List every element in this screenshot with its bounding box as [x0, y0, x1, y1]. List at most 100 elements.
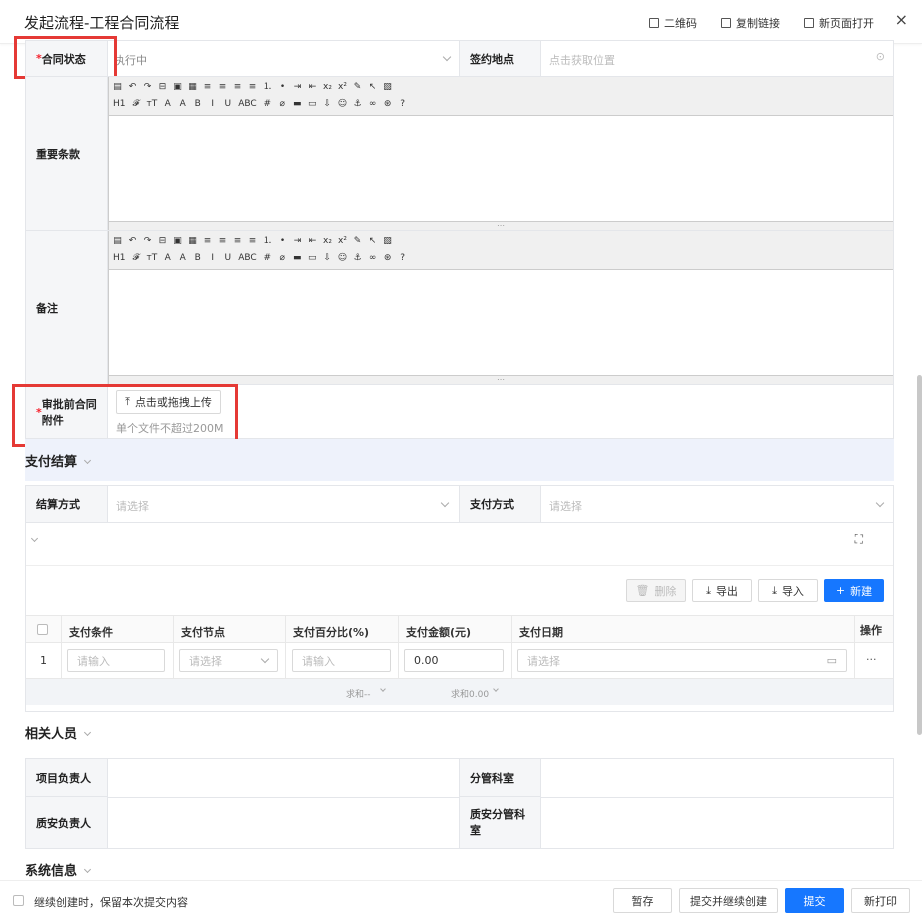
editor-tool-icon[interactable]: ▭: [308, 100, 317, 109]
submit-continue-button[interactable]: 提交并继续创建: [679, 888, 778, 913]
editor-tool-icon[interactable]: •: [278, 83, 287, 92]
editor-tool-icon[interactable]: ✎: [353, 83, 362, 92]
editor-tool-icon[interactable]: ▣: [173, 237, 182, 246]
editor-resize-handle[interactable]: ⋯: [109, 375, 893, 384]
print-button[interactable]: 新打印: [851, 888, 910, 913]
key-terms-editor[interactable]: ▤ ↶ ↷ ⊟ ▣ ▦ ≡ ≡ ≡ ≡ ⒈ • ⇥ ⇤ x₂ x² ✎ ↖ ▧ H1 𝓕тT A A B I U ABC # ⌀ ▬ ▭ ⇩…: [108, 77, 893, 230]
editor-resize-handle[interactable]: ⋯: [109, 221, 893, 230]
editor-tool-icon[interactable]: ↖: [368, 237, 377, 246]
chevron-down-icon[interactable]: [30, 534, 39, 543]
editor-tool-icon[interactable]: ▬: [293, 100, 302, 109]
editor-tool-icon[interactable]: ☺: [338, 100, 347, 109]
people-section-title[interactable]: 相关人员: [25, 723, 92, 742]
editor-tool-icon[interactable]: ↶: [128, 83, 137, 92]
fullscreen-icon[interactable]: ⛶: [855, 532, 863, 547]
editor-tool-icon[interactable]: ⊟: [158, 237, 167, 246]
editor-tool-icon[interactable]: ∞: [368, 254, 377, 263]
sign-place-input[interactable]: 点击获取位置: [549, 52, 615, 68]
editor-tool-icon[interactable]: ⊟: [158, 83, 167, 92]
more-icon[interactable]: ···: [866, 653, 877, 666]
chevron-down-icon[interactable]: [380, 686, 386, 692]
percent-input[interactable]: 请输入: [292, 649, 391, 672]
editor-tool-icon[interactable]: ⌀: [278, 100, 287, 109]
keep-content-checkbox[interactable]: [13, 895, 24, 906]
editor-tool-icon[interactable]: ?: [398, 100, 407, 109]
editor-tool-icon[interactable]: 𝓕: [132, 254, 141, 263]
editor-tool-icon[interactable]: #: [263, 254, 272, 263]
payment-section-title[interactable]: 支付结算: [25, 451, 92, 470]
system-section-title[interactable]: 系统信息: [25, 860, 92, 879]
editor-tool-icon[interactable]: ⒈: [263, 83, 272, 92]
editor-tool-icon[interactable]: I: [208, 100, 217, 109]
save-draft-button[interactable]: 暂存: [613, 888, 672, 913]
editor-tool-icon[interactable]: ⊛: [383, 100, 392, 109]
chevron-down-icon[interactable]: [493, 686, 499, 692]
editor-tool-icon[interactable]: ≡: [218, 237, 227, 246]
editor-tool-icon[interactable]: ▭: [308, 254, 317, 263]
editor-tool-icon[interactable]: x₂: [323, 237, 332, 246]
method-select[interactable]: 请选择: [116, 498, 149, 514]
editor-tool-icon[interactable]: ↷: [143, 83, 152, 92]
editor-tool-icon[interactable]: #: [263, 100, 272, 109]
open-new-page-button[interactable]: 新页面打开: [804, 15, 874, 31]
editor-tool-icon[interactable]: A: [163, 100, 172, 109]
editor-tool-icon[interactable]: H1: [113, 254, 126, 263]
editor-tool-icon[interactable]: ABC: [238, 254, 256, 263]
editor-tool-icon[interactable]: ▬: [293, 254, 302, 263]
editor-tool-icon[interactable]: •: [278, 237, 287, 246]
editor-tool-icon[interactable]: ∞: [368, 100, 377, 109]
editor-tool-icon[interactable]: B: [193, 100, 202, 109]
editor-tool-icon[interactable]: ↷: [143, 237, 152, 246]
editor-tool-icon[interactable]: ≡: [248, 83, 257, 92]
editor-tool-icon[interactable]: 𝓕: [132, 100, 141, 109]
editor-tool-icon[interactable]: ↶: [128, 237, 137, 246]
editor-tool-icon[interactable]: ⇥: [293, 83, 302, 92]
amount-input[interactable]: 0.00: [404, 649, 504, 672]
editor-tool-icon[interactable]: U: [223, 100, 232, 109]
editor-tool-icon[interactable]: A: [178, 254, 187, 263]
editor-tool-icon[interactable]: ▧: [383, 237, 392, 246]
editor-tool-icon[interactable]: H1: [113, 100, 126, 109]
editor-tool-icon[interactable]: тT: [147, 254, 158, 263]
editor-tool-icon[interactable]: ▤: [113, 237, 122, 246]
editor-tool-icon[interactable]: ≡: [203, 83, 212, 92]
contract-status-select[interactable]: 执行中: [114, 52, 147, 68]
qrcode-button[interactable]: 二维码: [649, 15, 697, 31]
editor-tool-icon[interactable]: ≡: [248, 237, 257, 246]
import-button[interactable]: ⤓ 导入: [758, 579, 818, 602]
editor-tool-icon[interactable]: I: [208, 254, 217, 263]
editor-tool-icon[interactable]: ⚓: [353, 254, 362, 263]
pay-select[interactable]: 请选择: [549, 498, 582, 514]
remarks-editor[interactable]: ▤ ↶ ↷ ⊟ ▣ ▦ ≡ ≡ ≡ ≡ ⒈ • ⇥ ⇤ x₂ x² ✎ ↖ ▧ H1 𝓕тT A A B I U ABC # ⌀ ▬ ▭ ⇩…: [108, 231, 893, 384]
editor-tool-icon[interactable]: U: [223, 254, 232, 263]
editor-tool-icon[interactable]: ≡: [233, 83, 242, 92]
editor-tool-icon[interactable]: x₂: [323, 83, 332, 92]
node-select[interactable]: 请选择: [179, 649, 278, 672]
editor-tool-icon[interactable]: ⚓: [353, 100, 362, 109]
select-all-checkbox[interactable]: [37, 624, 48, 635]
editor-tool-icon[interactable]: ✎: [353, 237, 362, 246]
editor-tool-icon[interactable]: ⇤: [308, 83, 317, 92]
editor-tool-icon[interactable]: ▦: [188, 83, 197, 92]
submit-button[interactable]: 提交: [785, 888, 844, 913]
editor-tool-icon[interactable]: A: [178, 100, 187, 109]
delete-button[interactable]: 🗑 删除: [626, 579, 686, 602]
editor-tool-icon[interactable]: ▧: [383, 83, 392, 92]
editor-tool-icon[interactable]: ▣: [173, 83, 182, 92]
scrollbar[interactable]: [917, 375, 922, 735]
editor-tool-icon[interactable]: ▤: [113, 83, 122, 92]
editor-tool-icon[interactable]: ≡: [203, 237, 212, 246]
editor-tool-icon[interactable]: B: [193, 254, 202, 263]
export-button[interactable]: ⤓ 导出: [692, 579, 752, 602]
editor-tool-icon[interactable]: A: [163, 254, 172, 263]
editor-tool-icon[interactable]: ⊛: [383, 254, 392, 263]
editor-tool-icon[interactable]: ≡: [218, 83, 227, 92]
editor-tool-icon[interactable]: x²: [338, 237, 347, 246]
editor-tool-icon[interactable]: тT: [147, 100, 158, 109]
editor-tool-icon[interactable]: ⇩: [323, 254, 332, 263]
editor-tool-icon[interactable]: ⌀: [278, 254, 287, 263]
editor-tool-icon[interactable]: ↖: [368, 83, 377, 92]
copy-link-button[interactable]: 复制链接: [721, 15, 780, 31]
new-button[interactable]: + 新建: [824, 579, 884, 602]
editor-tool-icon[interactable]: ⇤: [308, 237, 317, 246]
